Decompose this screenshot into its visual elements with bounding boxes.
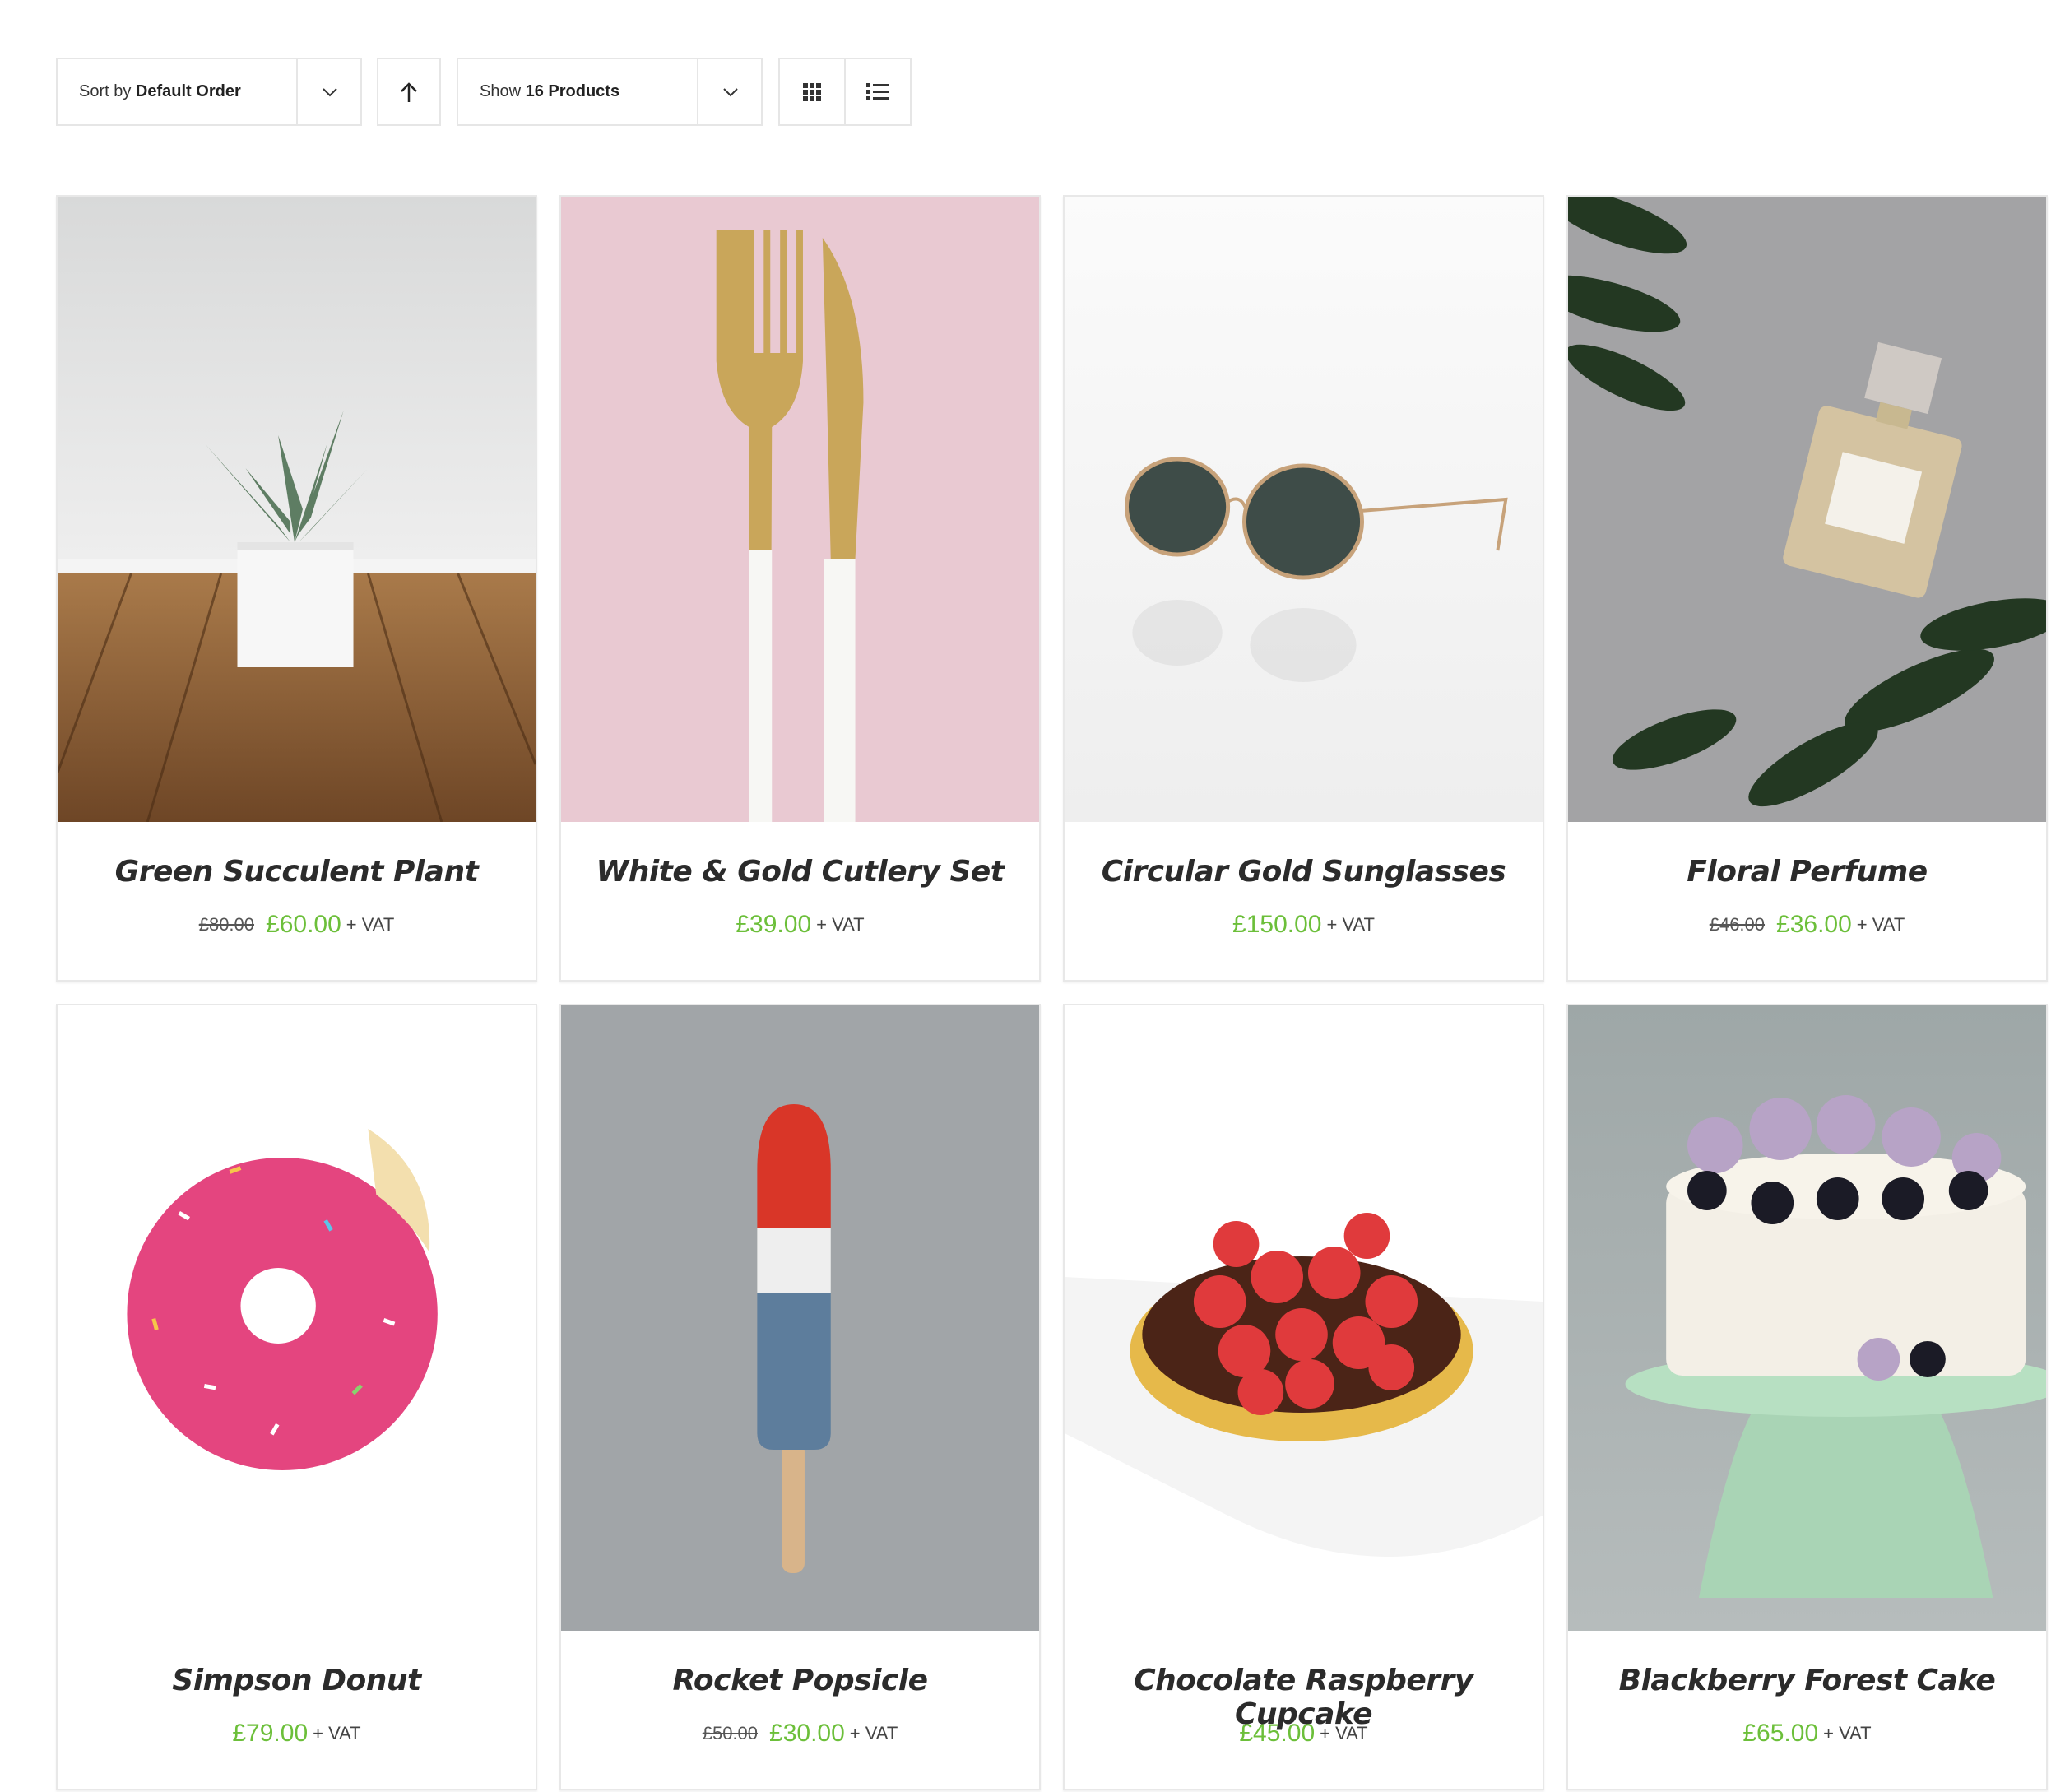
sale-price: £150.00 (1232, 911, 1322, 938)
product-title[interactable]: Rocket Popsicle (561, 1664, 1039, 1697)
sale-price: £79.00 (232, 1720, 309, 1747)
grid-icon[interactable] (780, 59, 844, 124)
shop-toolbar: Sort by Default Order Show 16 Products (56, 58, 912, 126)
vat-label: + VAT (1823, 1723, 1872, 1743)
sale-price: £36.00 (1776, 911, 1852, 938)
vat-label: + VAT (313, 1723, 361, 1743)
product-price: £150.00 + VAT (1065, 911, 1543, 939)
product-title[interactable]: White & Gold Cutlery Set (561, 855, 1039, 889)
product-card[interactable]: Chocolate Raspberry Cupcake £45.00 + VAT (1063, 1004, 1544, 1790)
product-card[interactable]: Green Succulent Plant £80.00 £60.00 + VAT (56, 195, 537, 982)
product-image[interactable] (1065, 1005, 1543, 1631)
product-price: £79.00 + VAT (58, 1720, 536, 1748)
original-price: £80.00 (198, 914, 255, 935)
product-title[interactable]: Circular Gold Sunglasses (1065, 855, 1543, 889)
vat-label: + VAT (1320, 1723, 1368, 1743)
original-price: £50.00 (702, 1723, 759, 1743)
sale-price: £45.00 (1239, 1720, 1316, 1747)
product-title[interactable]: Floral Perfume (1568, 855, 2046, 889)
product-image[interactable] (1065, 197, 1543, 822)
product-image[interactable] (1568, 1005, 2046, 1631)
product-image[interactable] (561, 1005, 1039, 1631)
product-image[interactable] (561, 197, 1039, 822)
product-image[interactable] (58, 197, 536, 822)
vat-label: + VAT (346, 914, 395, 935)
product-title[interactable]: Simpson Donut (58, 1664, 536, 1697)
product-card[interactable]: Blackberry Forest Cake £65.00 + VAT (1566, 1004, 2048, 1790)
vat-label: + VAT (849, 1723, 898, 1743)
sale-price: £30.00 (769, 1720, 845, 1747)
vat-label: + VAT (1326, 914, 1375, 935)
product-price: £50.00 £30.00 + VAT (561, 1720, 1039, 1748)
product-title[interactable]: Green Succulent Plant (58, 855, 536, 889)
sale-price: £65.00 (1742, 1720, 1819, 1747)
list-icon[interactable] (846, 59, 910, 124)
sale-price: £60.00 (266, 911, 341, 938)
product-image[interactable] (58, 1005, 536, 1631)
original-price: £46.00 (1709, 914, 1766, 935)
product-card[interactable]: Circular Gold Sunglasses £150.00 + VAT (1063, 195, 1544, 982)
product-price: £65.00 + VAT (1568, 1720, 2046, 1748)
sort-direction-button[interactable] (377, 58, 441, 126)
product-image[interactable] (1568, 197, 2046, 822)
product-card[interactable]: Rocket Popsicle £50.00 £30.00 + VAT (559, 1004, 1041, 1790)
product-card[interactable]: Floral Perfume £46.00 £36.00 + VAT (1566, 195, 2048, 982)
product-card[interactable]: White & Gold Cutlery Set £39.00 + VAT (559, 195, 1041, 982)
sort-dropdown[interactable]: Sort by Default Order (56, 58, 362, 126)
chevron-down-icon[interactable] (298, 59, 362, 124)
show-label: Show 16 Products (480, 82, 620, 100)
sale-price: £39.00 (736, 911, 812, 938)
view-toggle (778, 58, 912, 126)
arrow-up-icon (377, 59, 441, 124)
product-price: £80.00 £60.00 + VAT (58, 911, 536, 939)
product-card[interactable]: Simpson Donut £79.00 + VAT (56, 1004, 537, 1790)
product-price: £45.00 + VAT (1065, 1720, 1543, 1748)
sort-label: Sort by Default Order (79, 82, 241, 100)
vat-label: + VAT (1856, 914, 1905, 935)
product-price: £39.00 + VAT (561, 911, 1039, 939)
product-price: £46.00 £36.00 + VAT (1568, 911, 2046, 939)
show-count-dropdown[interactable]: Show 16 Products (457, 58, 763, 126)
product-title[interactable]: Blackberry Forest Cake (1568, 1664, 2046, 1697)
vat-label: + VAT (816, 914, 865, 935)
chevron-down-icon[interactable] (698, 59, 763, 124)
